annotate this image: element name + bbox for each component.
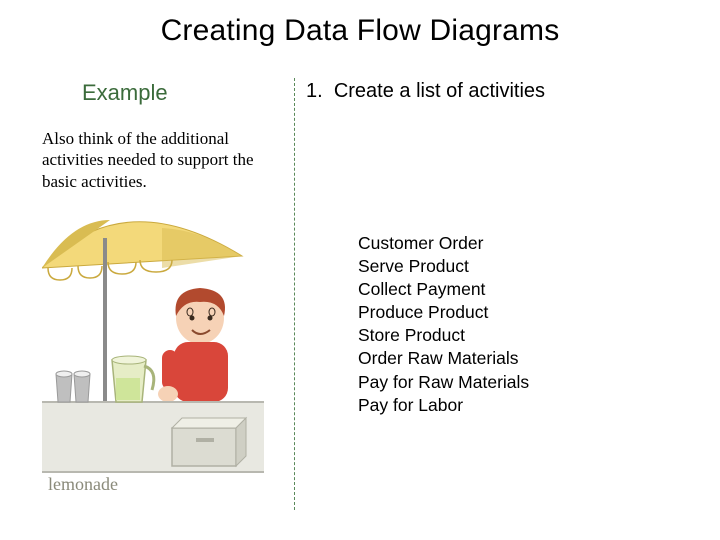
box-icon [172,418,246,466]
list-item: Pay for Raw Materials [358,371,529,394]
slide-title: Creating Data Flow Diagrams [0,14,720,48]
activities-list: Customer Order Serve Product Collect Pay… [358,232,529,417]
cups-icon [56,371,90,402]
list-item: Customer Order [358,232,529,255]
lemonade-stand-icon: lemonade [42,210,264,496]
list-item: Pay for Labor [358,394,529,417]
step-number: 1. [306,80,323,102]
list-item: Produce Product [358,301,529,324]
list-item: Collect Payment [358,278,529,301]
example-heading: Example [82,80,168,106]
boy-icon [158,288,228,402]
list-item: Serve Product [358,255,529,278]
step-text: Create a list of activities [334,80,545,102]
list-item: Store Product [358,324,529,347]
list-item: Order Raw Materials [358,347,529,370]
vertical-divider [294,78,295,510]
lemonade-label: lemonade [48,474,118,494]
description-text: Also think of the additional activities … [42,128,280,192]
step-heading: 1. Create a list of activities [306,80,545,103]
pitcher-icon [112,356,154,402]
